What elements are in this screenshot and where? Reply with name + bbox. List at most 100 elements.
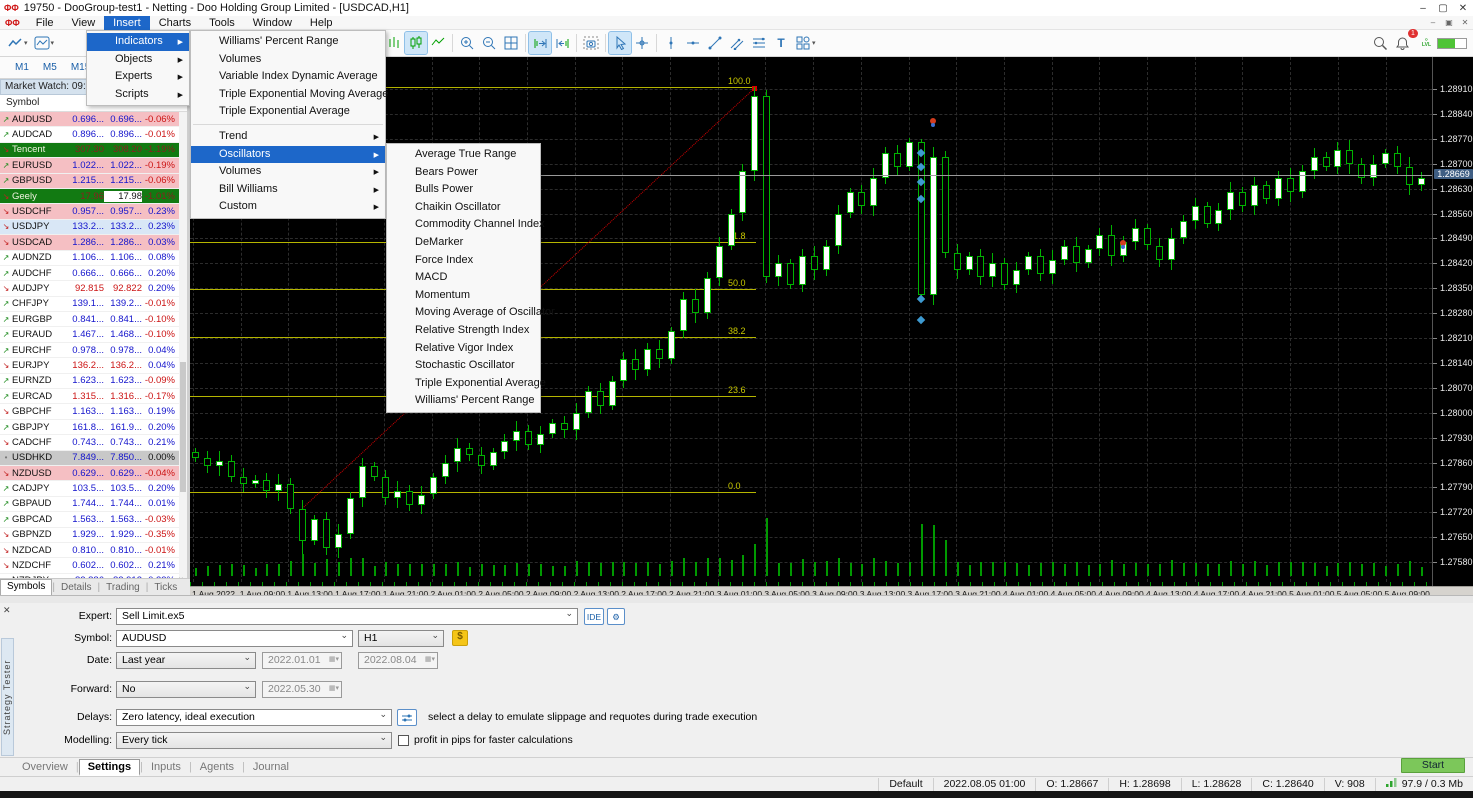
menu-item-triple-exponential-average[interactable]: Triple Exponential Average — [387, 375, 540, 393]
menu-item-bill-williams[interactable]: Bill Williams▶ — [191, 181, 385, 199]
chart-type-icon[interactable] — [4, 32, 26, 54]
market-watch-row-usdhkd[interactable]: •USDHKD7.849...7.850...0.00% — [0, 451, 182, 466]
expert-select[interactable]: Sell Limit.ex5 — [116, 608, 578, 625]
horizontal-line-tool-icon[interactable] — [682, 32, 704, 54]
chart-minimize-button[interactable]: – — [1425, 18, 1441, 27]
menu-item-force-index[interactable]: Force Index — [387, 252, 540, 270]
channel-tool-icon[interactable] — [726, 32, 748, 54]
menu-window[interactable]: Window — [244, 16, 301, 30]
candlestick-mode-icon[interactable] — [405, 32, 427, 54]
menu-tools[interactable]: Tools — [200, 16, 244, 30]
zoom-out-icon[interactable] — [478, 32, 500, 54]
menu-item-volumes[interactable]: Volumes▶ — [191, 163, 385, 181]
symbol-properties-button[interactable]: $ — [452, 630, 468, 646]
forward-mode-select[interactable]: No — [116, 681, 256, 698]
menu-item-trend[interactable]: Trend▶ — [191, 128, 385, 146]
vertical-line-tool-icon[interactable] — [660, 32, 682, 54]
market-watch-row-eurnzd[interactable]: ↗EURNZD1.623...1.623...-0.09% — [0, 374, 182, 389]
period-select[interactable]: H1 — [358, 630, 444, 647]
market-watch-row-gbpjpy[interactable]: ↗GBPJPY161.8...161.9...0.20% — [0, 420, 182, 435]
chart-close-button[interactable]: ✕ — [1457, 18, 1473, 27]
fibonacci-line-0-0[interactable] — [190, 492, 756, 493]
market-watch-row-audusd[interactable]: ↗AUDUSD0.696...0.696...-0.06% — [0, 112, 182, 127]
trendline-tool-icon[interactable] — [704, 32, 726, 54]
symbol-select[interactable]: AUDUSD — [116, 630, 353, 647]
market-watch-row-eurgbp[interactable]: ↗EURGBP0.841...0.841...-0.10% — [0, 312, 182, 327]
menu-item-triple-exponential-moving-average[interactable]: Triple Exponential Moving Average — [191, 86, 385, 104]
market-watch-row-audchf[interactable]: ↗AUDCHF0.666...0.666...0.20% — [0, 266, 182, 281]
equidistant-channel-icon[interactable] — [748, 32, 770, 54]
auto-scroll-icon[interactable] — [529, 32, 551, 54]
market-watch-row-usdcad[interactable]: ↘USDCAD1.286...1.286...0.03% — [0, 235, 182, 250]
menu-item-experts[interactable]: Experts▶ — [87, 68, 189, 86]
zoom-in-icon[interactable] — [456, 32, 478, 54]
market-watch-tab-details[interactable]: Details — [55, 581, 98, 594]
indicator-window-icon[interactable] — [31, 32, 53, 54]
tester-tab-settings[interactable]: Settings — [79, 759, 140, 776]
market-watch-row-eurusd[interactable]: ↗EURUSD1.022...1.022...-0.19% — [0, 158, 182, 173]
user-level-icon[interactable]: LVL — [1422, 38, 1431, 48]
menu-help[interactable]: Help — [301, 16, 342, 30]
market-watch-row-cadjpy[interactable]: ↗CADJPY103.5...103.5...0.20% — [0, 481, 182, 496]
crosshair-icon[interactable] — [631, 32, 653, 54]
menu-item-objects[interactable]: Objects▶ — [87, 51, 189, 69]
menu-item-average-true-range[interactable]: Average True Range — [387, 146, 540, 164]
panel-splitter[interactable] — [0, 595, 1473, 603]
chart-restore-button[interactable]: ▣ — [1441, 18, 1457, 27]
menu-insert[interactable]: Insert — [104, 16, 150, 30]
market-watch-row-gbpaud[interactable]: ↗GBPAUD1.744...1.744...0.01% — [0, 497, 182, 512]
market-watch-row-nzdusd[interactable]: ↘NZDUSD0.629...0.629...-0.04% — [0, 466, 182, 481]
menu-item-indicators[interactable]: Indicators▶ — [87, 33, 189, 51]
tile-windows-icon[interactable] — [500, 32, 522, 54]
forward-date-field[interactable]: 2022.05.30 — [262, 681, 342, 698]
menu-item-chaikin-oscillator[interactable]: Chaikin Oscillator — [387, 199, 540, 217]
market-watch-row-gbpusd[interactable]: ↗GBPUSD1.215...1.215...-0.06% — [0, 174, 182, 189]
status-segment-0[interactable]: Default — [878, 778, 932, 791]
market-watch-row-cadchf[interactable]: ↘CADCHF0.743...0.743...0.21% — [0, 435, 182, 450]
menu-item-bulls-power[interactable]: Bulls Power — [387, 181, 540, 199]
ide-button[interactable]: IDE — [584, 608, 604, 625]
market-watch-tab-trading[interactable]: Trading — [100, 581, 146, 594]
timeframe-m1[interactable]: M1 — [8, 60, 36, 75]
notifications-icon[interactable]: 1 — [1392, 32, 1414, 54]
close-button[interactable]: ✕ — [1453, 3, 1473, 14]
market-watch-row-nzdchf[interactable]: ↘NZDCHF0.602...0.602...0.21% — [0, 558, 182, 573]
market-watch-row-audcad[interactable]: ↗AUDCAD0.896...0.896...-0.01% — [0, 127, 182, 142]
delays-select[interactable]: Zero latency, ideal execution — [116, 709, 392, 726]
menu-item-stochastic-oscillator[interactable]: Stochastic Oscillator — [387, 357, 540, 375]
start-button[interactable]: Start — [1401, 758, 1465, 773]
tester-tab-overview[interactable]: Overview — [14, 760, 76, 774]
menu-item-volumes[interactable]: Volumes — [191, 51, 385, 69]
tester-tab-inputs[interactable]: Inputs — [143, 760, 189, 774]
menu-item-relative-vigor-index[interactable]: Relative Vigor Index — [387, 340, 540, 358]
menu-item-commodity-channel-index[interactable]: Commodity Channel Index — [387, 216, 540, 234]
profit-pips-checkbox[interactable] — [398, 735, 409, 746]
market-watch-row-gbpcad[interactable]: ↗GBPCAD1.563...1.563...-0.03% — [0, 512, 182, 527]
modelling-select[interactable]: Every tick — [116, 732, 392, 749]
menu-item-demarker[interactable]: DeMarker — [387, 234, 540, 252]
market-watch-row-chfjpy[interactable]: ↗CHFJPY139.1...139.2...-0.01% — [0, 297, 182, 312]
date-to-field[interactable]: 2022.08.04 — [358, 652, 438, 669]
delay-settings-icon[interactable] — [397, 709, 417, 726]
market-watch-row-tencent[interactable]: ↘Tencent307.30308.20-1.19% — [0, 143, 182, 158]
expert-settings-gear-icon[interactable]: ⚙ — [607, 608, 625, 625]
timeframe-m5[interactable]: M5 — [36, 60, 64, 75]
menu-item-momentum[interactable]: Momentum — [387, 287, 540, 305]
date-mode-select[interactable]: Last year — [116, 652, 256, 669]
chart-shift-icon[interactable] — [551, 32, 573, 54]
menu-item-bears-power[interactable]: Bears Power — [387, 164, 540, 182]
market-watch-scrollbar[interactable] — [179, 112, 187, 578]
tester-tab-agents[interactable]: Agents — [192, 760, 242, 774]
menu-item-scripts[interactable]: Scripts▶ — [87, 86, 189, 104]
menu-charts[interactable]: Charts — [150, 16, 200, 30]
market-watch-row-eurchf[interactable]: ↗EURCHF0.978...0.978...0.04% — [0, 343, 182, 358]
cursor-icon[interactable] — [609, 32, 631, 54]
market-watch-tab-symbols[interactable]: Symbols — [0, 579, 52, 595]
minimize-button[interactable]: – — [1413, 3, 1433, 14]
bar-chart-mode-icon[interactable] — [383, 32, 405, 54]
tester-tab-journal[interactable]: Journal — [245, 760, 297, 774]
screenshot-icon[interactable] — [580, 32, 602, 54]
market-watch-row-gbpchf[interactable]: ↘GBPCHF1.163...1.163...0.19% — [0, 404, 182, 419]
restore-button[interactable]: ▢ — [1433, 3, 1453, 14]
price-axis[interactable]: 1.289101.288401.287701.287001.286301.285… — [1432, 57, 1473, 586]
